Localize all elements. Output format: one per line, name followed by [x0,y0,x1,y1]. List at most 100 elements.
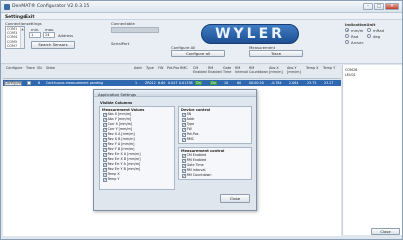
configure-all-button[interactable]: Configure all [171,50,225,57]
window-title: DenMAT® Configurator V2.0.3.15 [12,4,90,9]
dialog-title-bar: Application Settings [94,90,256,97]
cell-state: Continuous measurement pending [46,81,104,85]
checkbox[interactable] [103,147,107,152]
column-header[interactable]: RMC [180,66,188,71]
column-header[interactable]: RM Interval [235,66,248,75]
checkbox-row[interactable]: RM Countdown [182,173,212,179]
checkbox[interactable] [182,117,186,122]
checkbox[interactable] [103,112,107,117]
checkbox-label: RMC [186,137,195,141]
indication-unit-label: IndicationUnit [345,22,376,27]
checkbox[interactable] [103,127,107,132]
checkbox[interactable] [103,177,107,182]
column-header[interactable]: Abs.Y [mm/m] [287,66,301,75]
wyler-logo: WYLER [201,24,299,44]
cell-abs-x: -0.784 [271,81,282,85]
checkbox[interactable] [103,122,107,127]
unit-label: mm/m [351,28,364,33]
cell-fw: 6.60 [158,81,166,85]
cell-cm-enabled[interactable]: On [195,81,202,85]
search-sensors-button[interactable]: Search Sensors [31,41,75,49]
column-header[interactable]: Gate Time [223,66,231,75]
checkbox[interactable] [182,112,186,117]
com-port-scrollbar[interactable]: ▲ [20,27,24,48]
cell-temp-y: 23.27 [324,81,334,85]
logo-text: WYLER [215,26,285,42]
column-header[interactable]: State [46,66,55,71]
checkbox[interactable] [182,137,186,142]
checkbox[interactable] [182,132,186,137]
checkbox[interactable] [103,132,107,137]
menu-settings[interactable]: Settings [5,15,26,20]
column-header[interactable]: Temp X [306,66,318,71]
cell-rm-enabled[interactable]: On [210,81,217,85]
minimize-button[interactable]: – [363,3,373,10]
measurement-values-group: Measurement Values Abs X [mm/m] Abs Y [m… [99,106,175,190]
column-header[interactable]: CM Enabled [193,66,207,75]
measurement-control-group: Measurement control CM Enabled RM Enable… [178,147,252,180]
checkbox[interactable] [103,137,107,142]
checkbox[interactable] [182,153,186,158]
min-address-input[interactable]: 1 [29,32,41,38]
checkbox[interactable] [103,157,107,162]
unit-label: Arcsec [351,40,364,45]
app-icon [4,4,10,10]
port-list-item[interactable]: COM26 [345,68,357,72]
unit-radio-deg[interactable] [367,34,371,38]
cell-abs-y: 2.064 [289,81,299,85]
column-header[interactable]: SN [37,66,42,71]
checkbox[interactable] [103,162,107,167]
cell-pot-pos: 0.047 [168,81,178,85]
unit-radio-mmm[interactable] [345,28,349,32]
checkbox[interactable] [182,158,186,163]
cell-type: ZR012 [145,81,156,85]
application-settings-dialog: Application Settings Visible Columns Mea… [93,89,257,211]
column-header[interactable]: Addr [134,66,142,71]
column-header[interactable]: Pot.Pos [167,66,179,71]
column-header[interactable]: Type [146,66,154,71]
checkbox-label: Temp Y [107,177,120,181]
menu-exit[interactable]: Exit [25,15,34,20]
unit-label: deg [373,34,381,39]
close-window-button[interactable]: ✕ [385,3,399,10]
com-port-list[interactable]: COM1 COM3 COM4 COM5 COM7 ▲ [5,26,25,49]
checkbox[interactable] [103,167,107,172]
port-list-item[interactable]: LEU01 [345,73,356,77]
column-header[interactable]: FW [158,66,163,71]
checkbox[interactable] [182,127,186,132]
connectable-label: Connectable [111,21,135,26]
column-header[interactable]: RM Enabled [208,66,222,75]
dialog-close-button[interactable]: Close [220,194,250,203]
unit-radio-rad[interactable] [345,34,349,38]
checkbox[interactable] [182,173,186,178]
checkbox[interactable] [182,168,186,173]
close-button[interactable]: Close [371,228,400,235]
trace-button[interactable]: Trace [249,50,303,57]
checkbox[interactable] [103,117,107,122]
checkbox-label: RM Countdown [186,173,212,177]
device-control-label: Device control [181,108,211,112]
column-header[interactable]: Trace [26,66,35,71]
checkbox[interactable] [103,142,107,147]
visible-columns-label: Visible Columns [100,101,133,105]
cell-sn: 6 [38,81,41,85]
max-address-input[interactable]: 24 [43,32,55,38]
maximize-button[interactable]: □ [374,3,384,10]
unit-radio-mrad[interactable] [367,28,371,32]
checkbox-row[interactable]: RMC [182,137,195,143]
cell-rm-countdown: 00:00:50 [249,81,264,85]
trace-checkbox[interactable] [27,80,31,85]
checkbox-row[interactable]: Temp Y [103,177,120,183]
column-header[interactable]: Configure [6,66,22,71]
unit-radio-arcsec[interactable] [345,40,349,44]
column-header[interactable]: RM Countdown [249,66,268,75]
checkbox[interactable] [182,163,186,168]
scroll-up-icon[interactable]: ▲ [21,27,24,31]
checkbox[interactable] [182,122,186,127]
row-configure-button[interactable]: Configure [4,80,22,86]
column-header[interactable]: Abs.X [mm/m] [269,66,283,75]
checkbox[interactable] [103,172,107,177]
column-header[interactable]: Temp Y [323,66,335,71]
checkbox[interactable] [103,152,107,157]
sensor-table-header: Configure Trace SN State Addr Type FW Po… [3,65,341,79]
